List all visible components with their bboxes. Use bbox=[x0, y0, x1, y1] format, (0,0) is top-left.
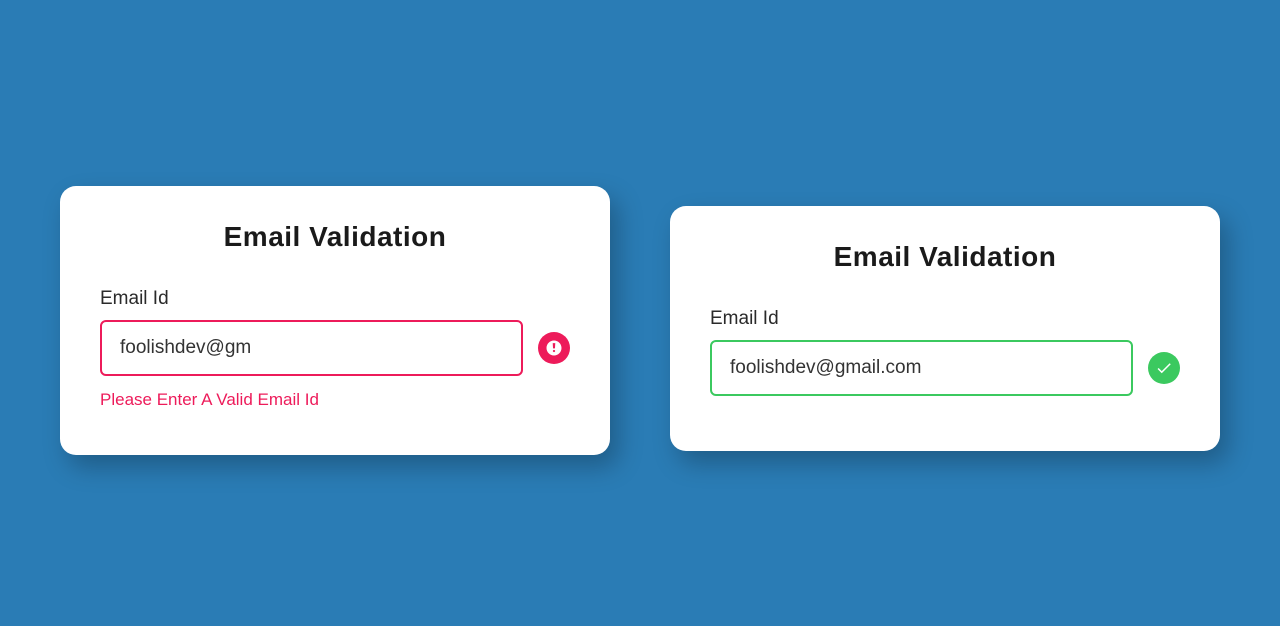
email-field-group: Email Id bbox=[710, 308, 1180, 396]
email-label: Email Id bbox=[710, 308, 1180, 330]
email-field-group: Email Id Please Enter A Valid Email Id bbox=[100, 288, 570, 410]
card-title: Email Validation bbox=[100, 221, 570, 253]
email-input[interactable] bbox=[710, 340, 1133, 396]
card-title: Email Validation bbox=[710, 241, 1180, 273]
checkmark-icon bbox=[1148, 352, 1180, 384]
exclamation-icon bbox=[538, 332, 570, 364]
email-label: Email Id bbox=[100, 288, 570, 310]
email-input[interactable] bbox=[100, 320, 523, 376]
input-row bbox=[710, 340, 1180, 396]
error-message: Please Enter A Valid Email Id bbox=[100, 390, 570, 410]
input-row bbox=[100, 320, 570, 376]
email-validation-card-valid: Email Validation Email Id bbox=[670, 206, 1220, 451]
email-validation-card-invalid: Email Validation Email Id Please Enter A… bbox=[60, 186, 610, 455]
